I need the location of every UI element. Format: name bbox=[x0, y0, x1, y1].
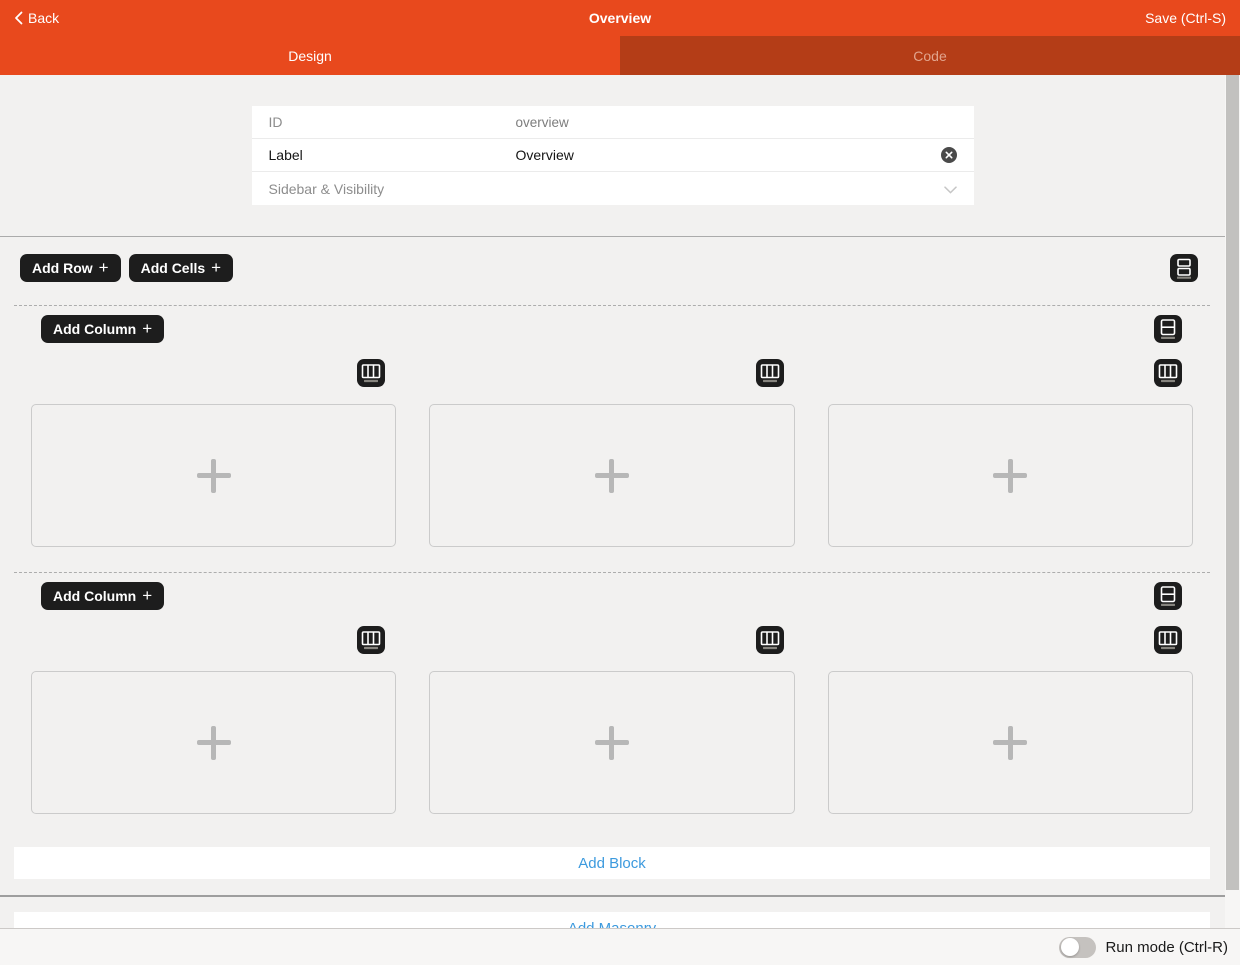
builder-column bbox=[429, 359, 794, 547]
builder-toolbar: Add Row+ Add Cells+ bbox=[0, 254, 1225, 282]
form-row-label: Label Overview bbox=[252, 139, 974, 172]
empty-cell-add-target[interactable] bbox=[828, 404, 1193, 547]
section-divider bbox=[0, 895, 1225, 897]
builder-row-1: Add Column+ bbox=[14, 305, 1210, 547]
form-row-id: ID overview bbox=[252, 106, 974, 139]
tab-code[interactable]: Code bbox=[620, 36, 1240, 75]
row-handle-icon[interactable] bbox=[1154, 315, 1182, 343]
main-content: ID overview Label Overview Sidebar & Vis… bbox=[0, 75, 1225, 965]
add-column-button[interactable]: Add Column+ bbox=[41, 582, 164, 610]
back-label: Back bbox=[28, 10, 59, 26]
footer-bar: Run mode (Ctrl-R) bbox=[0, 928, 1240, 965]
cells-stack-handle-icon[interactable] bbox=[1170, 254, 1198, 282]
label-label: Label bbox=[269, 147, 516, 163]
id-label: ID bbox=[269, 114, 516, 130]
toggle-knob bbox=[1061, 938, 1079, 956]
add-row-button[interactable]: Add Row+ bbox=[20, 254, 121, 282]
plus-icon bbox=[595, 459, 629, 493]
column-handle-icon[interactable] bbox=[756, 626, 784, 654]
clear-label-icon[interactable] bbox=[941, 147, 957, 163]
row-handle-icon[interactable] bbox=[1154, 582, 1182, 610]
column-handle-icon[interactable] bbox=[756, 359, 784, 387]
app-window: Back Overview Save (Ctrl-S) Design Code … bbox=[0, 0, 1240, 965]
column-handle-icon[interactable] bbox=[357, 626, 385, 654]
empty-cell-add-target[interactable] bbox=[429, 404, 794, 547]
builder-top-divider bbox=[0, 236, 1225, 237]
chevron-down-icon bbox=[944, 181, 957, 197]
plus-icon: + bbox=[99, 259, 109, 276]
vertical-scrollbar bbox=[1225, 75, 1240, 928]
builder-row-2: Add Column+ bbox=[14, 572, 1210, 814]
empty-cell-add-target[interactable] bbox=[31, 404, 396, 547]
label-field-value[interactable]: Overview bbox=[516, 147, 941, 163]
save-button[interactable]: Save (Ctrl-S) bbox=[1145, 10, 1226, 26]
add-cells-button[interactable]: Add Cells+ bbox=[129, 254, 234, 282]
run-mode-label: Run mode (Ctrl-R) bbox=[1105, 939, 1228, 956]
empty-cell-add-target[interactable] bbox=[828, 671, 1193, 814]
tab-design[interactable]: Design bbox=[0, 36, 620, 75]
form-row-sidebar-visibility[interactable]: Sidebar & Visibility bbox=[252, 172, 974, 205]
page-title: Overview bbox=[0, 10, 1240, 26]
builder-column bbox=[429, 626, 794, 814]
run-mode-toggle[interactable] bbox=[1059, 937, 1096, 958]
plus-icon: + bbox=[211, 259, 221, 276]
properties-card: ID overview Label Overview Sidebar & Vis… bbox=[252, 106, 974, 205]
plus-icon bbox=[993, 726, 1027, 760]
plus-icon: + bbox=[142, 587, 152, 604]
header-bar: Back Overview Save (Ctrl-S) bbox=[0, 0, 1240, 36]
builder-column bbox=[828, 359, 1193, 547]
column-handle-icon[interactable] bbox=[1154, 626, 1182, 654]
add-block-button[interactable]: Add Block bbox=[14, 847, 1210, 879]
empty-cell-add-target[interactable] bbox=[429, 671, 794, 814]
plus-icon bbox=[595, 726, 629, 760]
back-button[interactable]: Back bbox=[14, 10, 59, 26]
scrollbar-thumb[interactable] bbox=[1226, 75, 1239, 890]
sidebar-visibility-label: Sidebar & Visibility bbox=[269, 181, 516, 197]
id-value: overview bbox=[516, 115, 957, 130]
chevron-left-icon bbox=[14, 11, 23, 25]
builder-column bbox=[828, 626, 1193, 814]
add-column-button[interactable]: Add Column+ bbox=[41, 315, 164, 343]
plus-icon: + bbox=[142, 320, 152, 337]
builder-column bbox=[31, 359, 396, 547]
plus-icon bbox=[197, 726, 231, 760]
empty-cell-add-target[interactable] bbox=[31, 671, 396, 814]
plus-icon bbox=[993, 459, 1027, 493]
column-handle-icon[interactable] bbox=[1154, 359, 1182, 387]
plus-icon bbox=[197, 459, 231, 493]
tab-bar: Design Code bbox=[0, 36, 1240, 75]
builder-column bbox=[31, 626, 396, 814]
column-handle-icon[interactable] bbox=[357, 359, 385, 387]
